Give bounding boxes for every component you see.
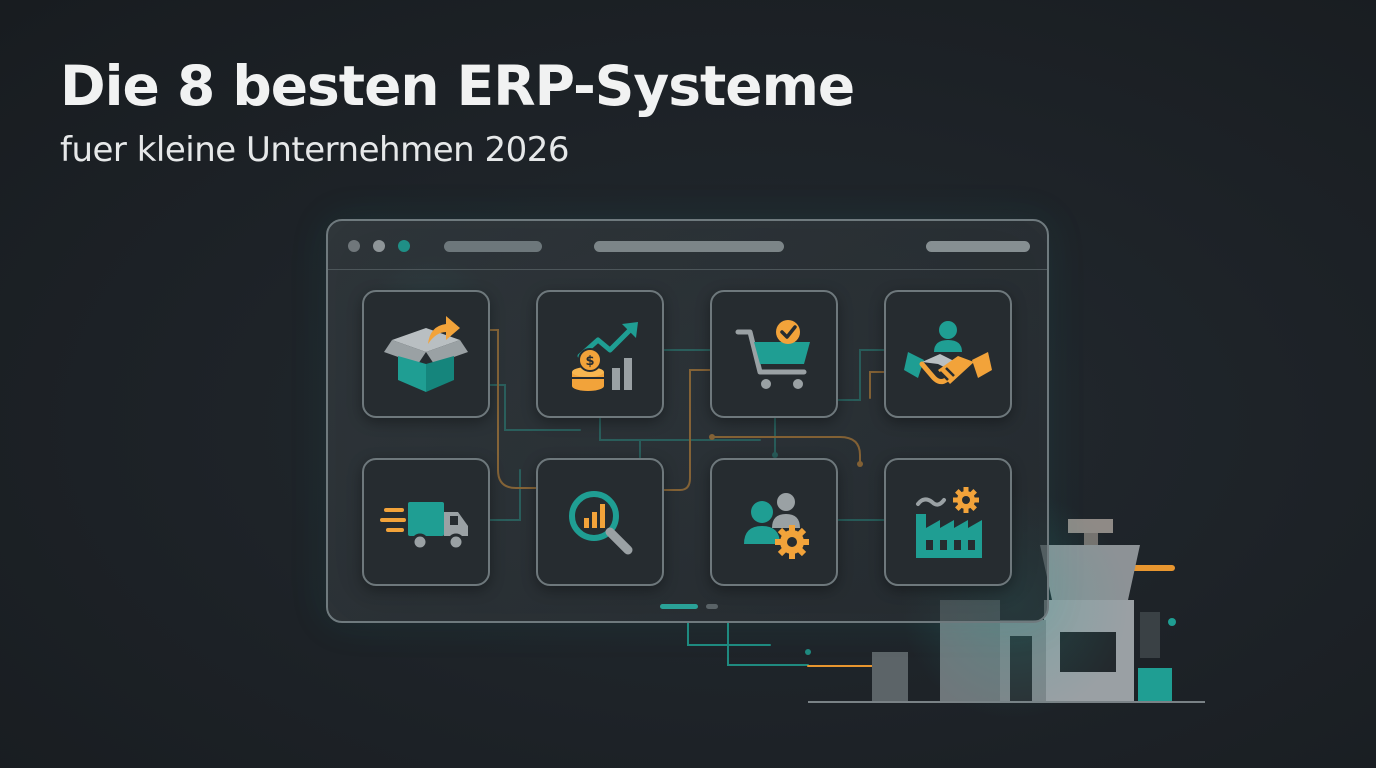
window-dot-gray: [348, 240, 360, 252]
delivery-truck-icon: [380, 502, 468, 551]
finance-growth-icon: $: [572, 322, 638, 391]
titlebar-placeholder-left: [444, 241, 542, 252]
module-tile-production[interactable]: [884, 458, 1012, 586]
module-tile-finance[interactable]: $: [536, 290, 664, 418]
module-tile-inventory[interactable]: [362, 290, 490, 418]
analytics-search-icon: [569, 491, 633, 555]
module-tile-logistics[interactable]: [362, 458, 490, 586]
pager-inactive: [706, 604, 718, 609]
team-settings-icon: [744, 493, 809, 559]
window-dot-light: [373, 240, 385, 252]
handshake-icon: [904, 321, 992, 385]
box-shipping-icon: [384, 316, 468, 392]
titlebar-placeholder-right: [926, 241, 1030, 252]
window-titlebar: [328, 221, 1047, 270]
factory-icon: [916, 487, 982, 558]
module-tile-analytics[interactable]: [536, 458, 664, 586]
address-bar-placeholder: [594, 241, 784, 252]
shopping-cart-icon: [735, 320, 810, 389]
window-dot-teal: [398, 240, 410, 252]
pager-active: [660, 604, 698, 609]
module-tile-crm[interactable]: [884, 290, 1012, 418]
module-tile-hr[interactable]: [710, 458, 838, 586]
module-tile-sales[interactable]: [710, 290, 838, 418]
svg-text:$: $: [585, 354, 594, 369]
